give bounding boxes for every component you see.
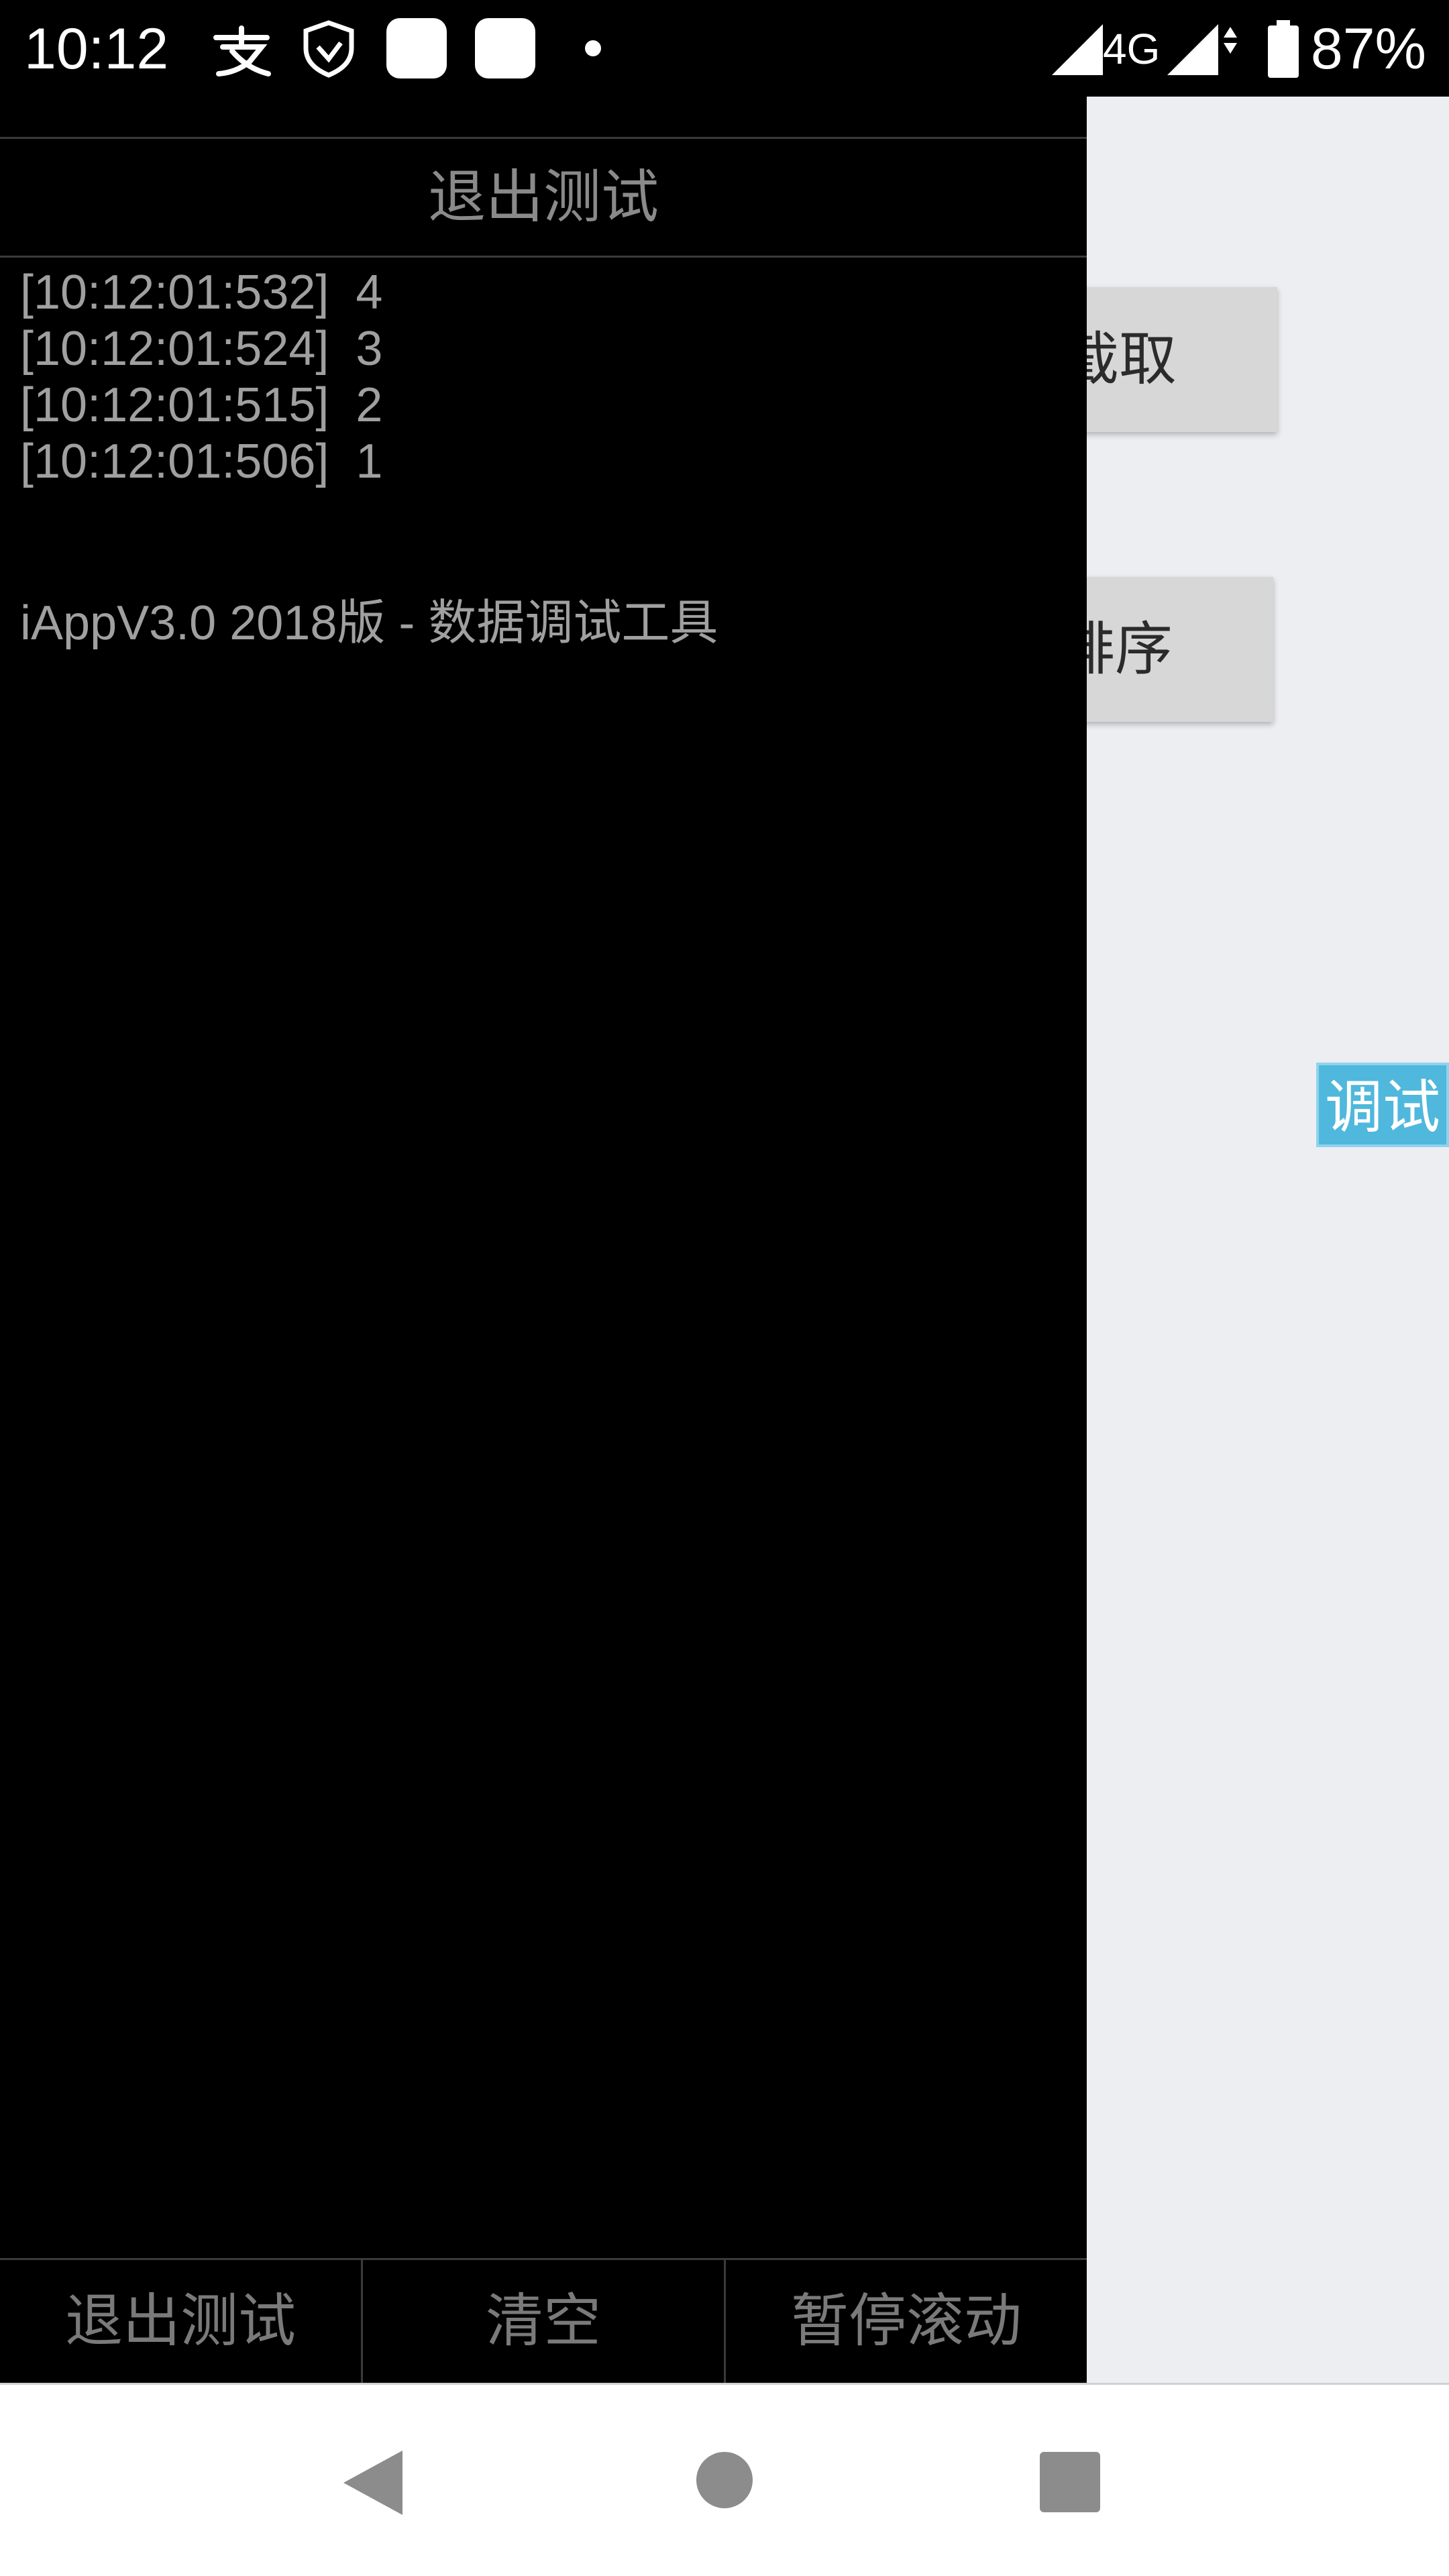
log-line: [10:12:01:532] 4 <box>20 266 383 319</box>
clear-button[interactable]: 清空 <box>363 2260 726 2383</box>
log-line: [10:12:01:506] 1 <box>20 435 383 488</box>
dot-icon <box>585 40 601 56</box>
network-type: 4G <box>1103 25 1161 73</box>
log-list[interactable]: [10:12:01:532] 4 [10:12:01:524] 3 [10:12… <box>20 264 1067 490</box>
pause-scroll-button[interactable]: 暂停滚动 <box>726 2260 1087 2383</box>
panel-title-exit[interactable]: 退出测试 <box>0 139 1087 256</box>
home-icon[interactable] <box>695 2451 754 2510</box>
debug-panel: 退出测试 [10:12:01:532] 4 [10:12:01:524] 3 [… <box>0 97 1087 2383</box>
debug-float-button[interactable]: 调试 <box>1316 1063 1449 1147</box>
status-time: 10:12 <box>24 17 169 81</box>
signal-icon <box>1052 24 1103 75</box>
app-icon <box>386 18 447 78</box>
back-icon[interactable] <box>341 2449 405 2516</box>
status-bar: 10:12 4G 87% <box>0 0 1449 97</box>
alipay-icon <box>213 25 271 76</box>
panel-toolbar: 退出测试 清空 暂停滚动 <box>0 2260 1087 2383</box>
version-text: iAppV3.0 2018版 - 数据调试工具 <box>20 596 718 650</box>
log-line: [10:12:01:515] 2 <box>20 378 383 432</box>
signal-data-icon <box>1167 24 1237 75</box>
divider <box>0 256 1087 258</box>
background-app <box>1087 97 1449 2383</box>
exit-test-button[interactable]: 退出测试 <box>0 2260 363 2383</box>
shield-icon <box>303 20 354 78</box>
app-icon <box>475 18 535 78</box>
log-line: [10:12:01:524] 3 <box>20 322 383 376</box>
navigation-bar <box>0 2383 1449 2576</box>
battery-level: 87% <box>1310 17 1426 81</box>
recents-icon[interactable] <box>1040 2452 1100 2512</box>
battery-icon <box>1268 20 1299 78</box>
